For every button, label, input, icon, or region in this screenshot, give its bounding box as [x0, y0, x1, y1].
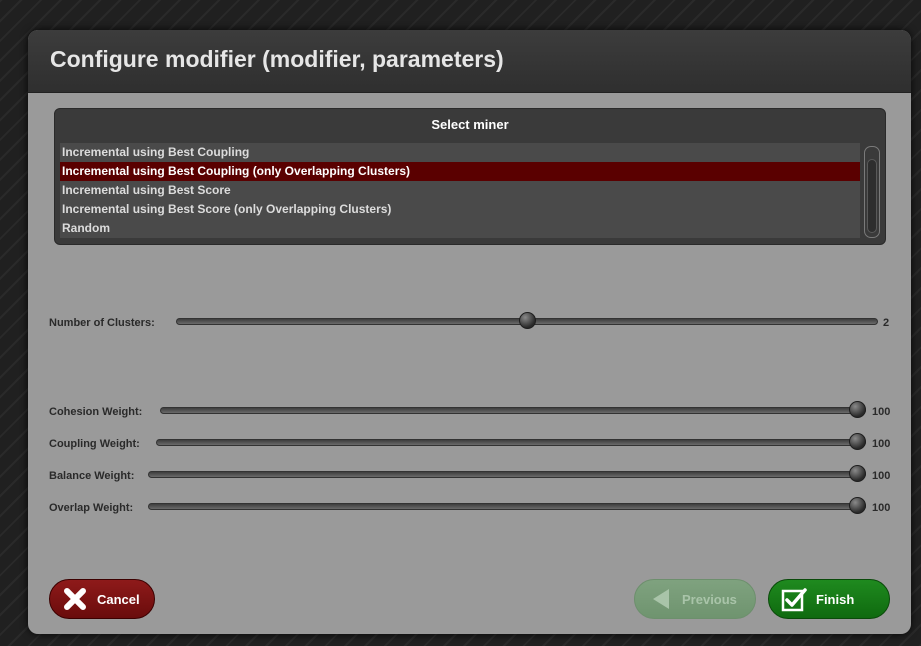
- balance-slider-value: 100: [872, 470, 891, 482]
- miner-list-item[interactable]: Incremental using Best Score (only Overl…: [60, 200, 860, 219]
- cancel-button[interactable]: Cancel: [49, 579, 155, 619]
- clusters-slider-value: 2: [883, 317, 890, 329]
- coupling-slider-value: 100: [872, 438, 891, 450]
- finish-button[interactable]: Finish: [768, 579, 890, 619]
- overlap-slider-thumb[interactable]: [849, 497, 866, 514]
- clusters-slider-thumb[interactable]: [518, 312, 536, 329]
- cohesion-slider-thumb[interactable]: [849, 401, 866, 418]
- previous-button-label: Previous: [682, 592, 737, 607]
- miner-list-item[interactable]: Incremental using Best Coupling: [60, 143, 860, 162]
- cancel-button-label: Cancel: [97, 592, 140, 607]
- cohesion-slider-value: 100: [872, 406, 891, 418]
- cohesion-slider-label: Cohesion Weight:: [49, 406, 143, 418]
- dialog-title-bar: Configure modifier (modifier, parameters…: [28, 30, 911, 93]
- miner-list-item[interactable]: Random: [60, 219, 860, 238]
- finish-button-label: Finish: [816, 592, 855, 607]
- select-miner-panel: Select miner Incremental using Best Coup…: [54, 108, 886, 245]
- miner-list-scrollbar[interactable]: [864, 146, 880, 238]
- balance-slider-thumb[interactable]: [849, 465, 866, 482]
- overlap-slider-track[interactable]: [148, 503, 866, 510]
- x-icon: [62, 586, 88, 615]
- coupling-slider-thumb[interactable]: [849, 433, 866, 450]
- checkbox-check-icon: [781, 587, 807, 616]
- miner-list-item[interactable]: Incremental using Best Score: [60, 181, 860, 200]
- cohesion-slider-track[interactable]: [160, 407, 866, 414]
- clusters-slider-label: Number of Clusters:: [49, 317, 155, 329]
- overlap-slider-value: 100: [872, 502, 891, 514]
- balance-slider-label: Balance Weight:: [49, 470, 135, 482]
- previous-button[interactable]: Previous: [634, 579, 756, 619]
- select-miner-header: Select miner: [431, 117, 509, 132]
- dialog-title: Configure modifier (modifier, parameters…: [50, 46, 504, 72]
- coupling-slider-track[interactable]: [156, 439, 866, 446]
- overlap-slider-label: Overlap Weight:: [49, 502, 134, 514]
- miner-list-item-selected[interactable]: Incremental using Best Coupling (only Ov…: [60, 162, 860, 181]
- arrow-left-icon: [649, 587, 673, 614]
- configure-modifier-dialog: Configure modifier (modifier, parameters…: [28, 30, 911, 634]
- miner-list[interactable]: Incremental using Best Coupling Incremen…: [60, 143, 860, 238]
- miner-list-scrollbar-thumb[interactable]: [867, 159, 877, 233]
- coupling-slider-label: Coupling Weight:: [49, 438, 140, 450]
- balance-slider-track[interactable]: [148, 471, 866, 478]
